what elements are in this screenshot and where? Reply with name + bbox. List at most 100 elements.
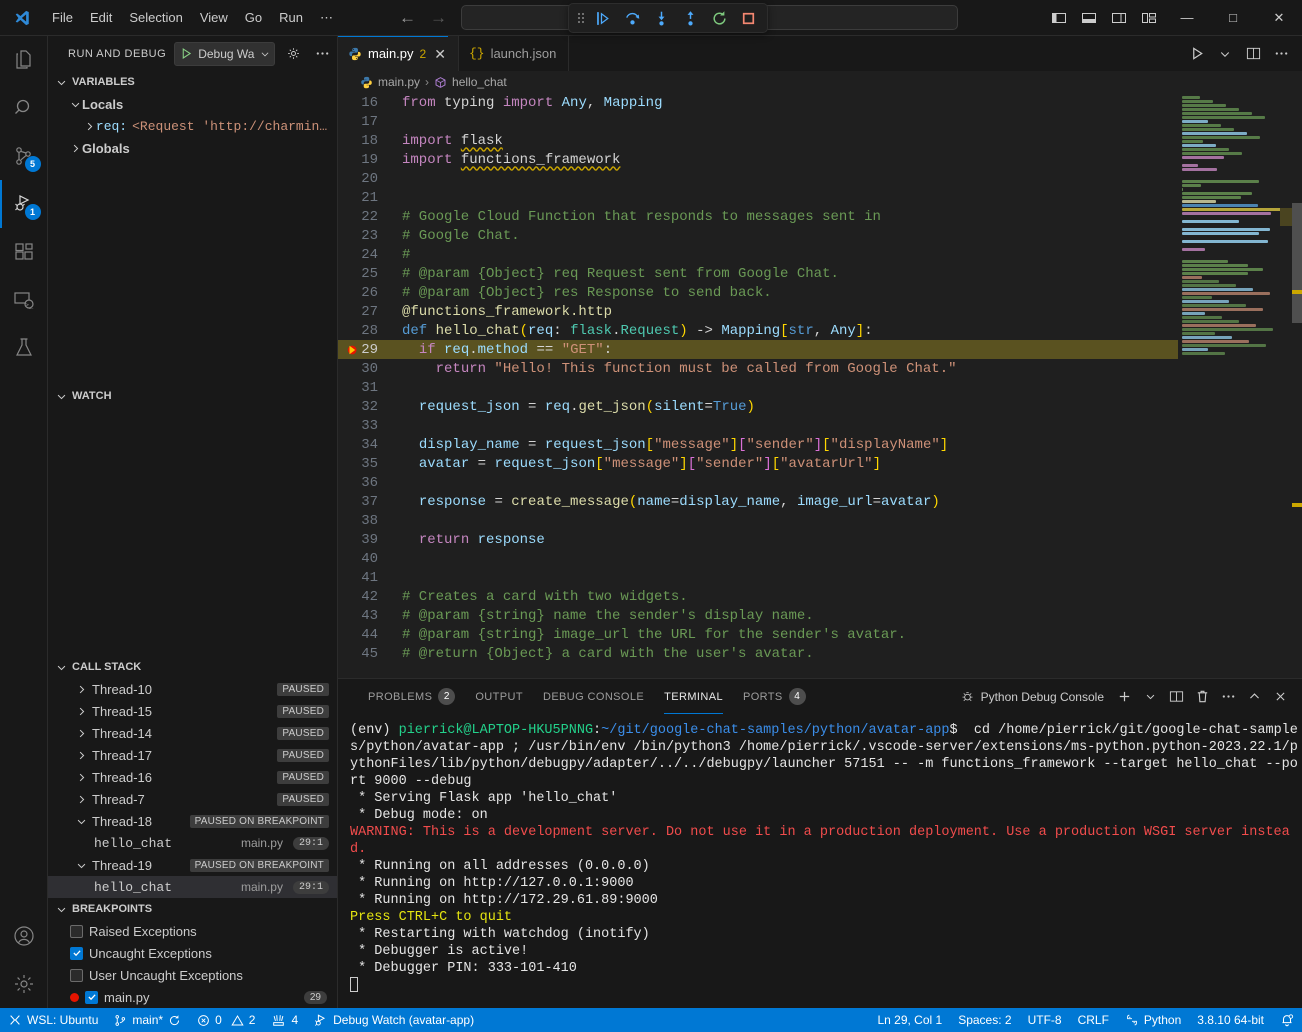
split-editor-button[interactable] [1240,40,1266,68]
status-editor-position[interactable]: Ln 29, Col 1 [869,1008,950,1032]
code-line[interactable]: 36 [338,473,1178,492]
menu-view[interactable]: View [192,6,236,29]
code-line[interactable]: 43# @param {string} name the sender's di… [338,606,1178,625]
activitybar-item-accounts[interactable] [0,912,48,960]
launch-configuration-dropdown[interactable]: Debug Wa [174,42,275,66]
layout-customize-icon[interactable] [1134,0,1164,36]
code-line[interactable]: 23# Google Chat. [338,226,1178,245]
activitybar-item-testing[interactable] [0,324,48,372]
variable-row-req[interactable]: req: <Request 'http://charming-tro… [48,115,337,137]
variables-scope-locals[interactable]: Locals [48,93,337,115]
breakpoint-row-file[interactable]: main.py 29 [48,986,337,1008]
close-button[interactable]: ✕ [1256,0,1302,36]
sidebar-more-actions-icon[interactable] [312,46,333,61]
breakpoints-section-header[interactable]: BREAKPOINTS [48,898,337,920]
breakpoint-checkbox[interactable] [70,925,83,938]
code-line[interactable]: 31 [338,378,1178,397]
panel-more-actions-button[interactable] [1216,685,1240,709]
status-notifications[interactable] [1272,1008,1302,1032]
menu-selection[interactable]: Selection [121,6,190,29]
editor-tab-main-py[interactable]: main.py 2 ✕ [338,36,459,71]
activitybar-item-manage[interactable] [0,960,48,1008]
code-line[interactable]: 41 [338,568,1178,587]
maximize-panel-chevron-up-icon[interactable] [1242,685,1266,709]
panel-tab-output[interactable]: OUTPUT [465,679,533,714]
menu-file[interactable]: File [44,6,81,29]
breadcrumb-symbol[interactable]: hello_chat [452,75,507,89]
breakpoint-checkbox[interactable] [70,969,83,982]
debug-settings-gear-icon[interactable] [283,46,304,61]
code-line[interactable]: 35 avatar = request_json["message"]["sen… [338,454,1178,473]
minimap[interactable] [1178,93,1302,678]
chevron-down-icon[interactable] [256,49,274,59]
close-panel-icon[interactable] [1268,685,1292,709]
kill-terminal-button[interactable] [1190,685,1214,709]
code-line[interactable]: 32 request_json = req.get_json(silent=Tr… [338,397,1178,416]
code-line[interactable]: 39 return response [338,530,1178,549]
code-line[interactable]: 26# @param {Object} res Response to send… [338,283,1178,302]
menu-more[interactable]: ⋯ [312,6,341,30]
breakpoint-checkbox[interactable] [85,991,98,1004]
code-line[interactable]: 40 [338,549,1178,568]
code-line[interactable]: 45# @return {Object} a card with the use… [338,644,1178,663]
layout-sidebar-left-icon[interactable] [1044,0,1074,36]
code-line[interactable]: 28def hello_chat(req: flask.Request) -> … [338,321,1178,340]
call-stack-section-header[interactable]: CALL STACK [48,656,337,678]
terminal-profile-chevron-down-icon[interactable] [1138,685,1162,709]
breakpoint-row[interactable]: User Uncaught Exceptions [48,964,337,986]
code-line[interactable]: 24# [338,245,1178,264]
new-terminal-button[interactable] [1112,685,1136,709]
call-stack-thread[interactable]: Thread-15 PAUSED [48,700,337,722]
status-indentation[interactable]: Spaces: 2 [950,1008,1019,1032]
call-stack-thread[interactable]: Thread-7 PAUSED [48,788,337,810]
layout-panel-icon[interactable] [1074,0,1104,36]
code-line[interactable]: 20 [338,169,1178,188]
status-python-interpreter[interactable]: 3.8.10 64-bit [1189,1008,1272,1032]
status-eol[interactable]: CRLF [1070,1008,1117,1032]
breakpoint-row[interactable]: Raised Exceptions [48,920,337,942]
code-line[interactable]: 27@functions_framework.http [338,302,1178,321]
panel-tab-debug-console[interactable]: DEBUG CONSOLE [533,679,654,714]
call-stack-thread[interactable]: Thread-14 PAUSED [48,722,337,744]
editor-more-actions-button[interactable] [1268,40,1294,68]
code-line[interactable]: 25# @param {Object} req Request sent fro… [338,264,1178,283]
panel-tab-problems[interactable]: PROBLEMS 2 [358,679,465,714]
step-into-button[interactable] [648,6,674,30]
restart-button[interactable] [706,6,732,30]
call-stack-frame[interactable]: hello_chat main.py 29:1 [48,832,337,854]
code-lines-container[interactable]: 16from typing import Any, Mapping1718imp… [338,93,1178,678]
call-stack-thread[interactable]: Thread-19 PAUSED ON BREAKPOINT [48,854,337,876]
menu-edit[interactable]: Edit [82,6,120,29]
breadcrumb-file[interactable]: main.py [378,75,420,89]
code-line[interactable]: 38 [338,511,1178,530]
maximize-button[interactable]: □ [1210,0,1256,36]
breakpoint-checkbox[interactable] [70,947,83,960]
code-line[interactable]: 29 if req.method == "GET": [338,340,1178,359]
code-line[interactable]: 44# @param {string} image_url the URL fo… [338,625,1178,644]
breakpoint-row[interactable]: Uncaught Exceptions [48,942,337,964]
run-options-chevron-down-icon[interactable] [1212,40,1238,68]
layout-sidebar-right-icon[interactable] [1104,0,1134,36]
status-debug-session[interactable]: Debug Watch (avatar-app) [306,1008,482,1032]
code-line[interactable]: 33 [338,416,1178,435]
status-remote-host[interactable]: WSL: Ubuntu [0,1008,106,1032]
variables-scope-globals[interactable]: Globals [48,137,337,159]
step-out-button[interactable] [677,6,703,30]
activitybar-item-run-and-debug[interactable]: 1 [0,180,48,228]
step-over-button[interactable] [619,6,645,30]
tab-close-icon[interactable]: ✕ [432,47,448,61]
menu-go[interactable]: Go [237,6,270,29]
call-stack-thread[interactable]: Thread-16 PAUSED [48,766,337,788]
call-stack-thread[interactable]: Thread-18 PAUSED ON BREAKPOINT [48,810,337,832]
watch-section-header[interactable]: WATCH [48,385,337,407]
editor-tab-launch-json[interactable]: {} launch.json [459,36,569,71]
split-terminal-button[interactable] [1164,685,1188,709]
code-line[interactable]: 18import flask [338,131,1178,150]
code-line[interactable]: 30 return "Hello! This function must be … [338,359,1178,378]
drag-grip-icon[interactable] [575,10,587,26]
terminal-output[interactable]: (env) pierrick@LAPTOP-HKU5PNNG:~/git/goo… [338,714,1302,1008]
editor-scrollbar[interactable] [1292,93,1302,678]
code-line[interactable]: 22# Google Cloud Function that responds … [338,207,1178,226]
call-stack-frame-selected[interactable]: hello_chat main.py 29:1 [48,876,337,898]
activitybar-item-source-control[interactable]: 5 [0,132,48,180]
